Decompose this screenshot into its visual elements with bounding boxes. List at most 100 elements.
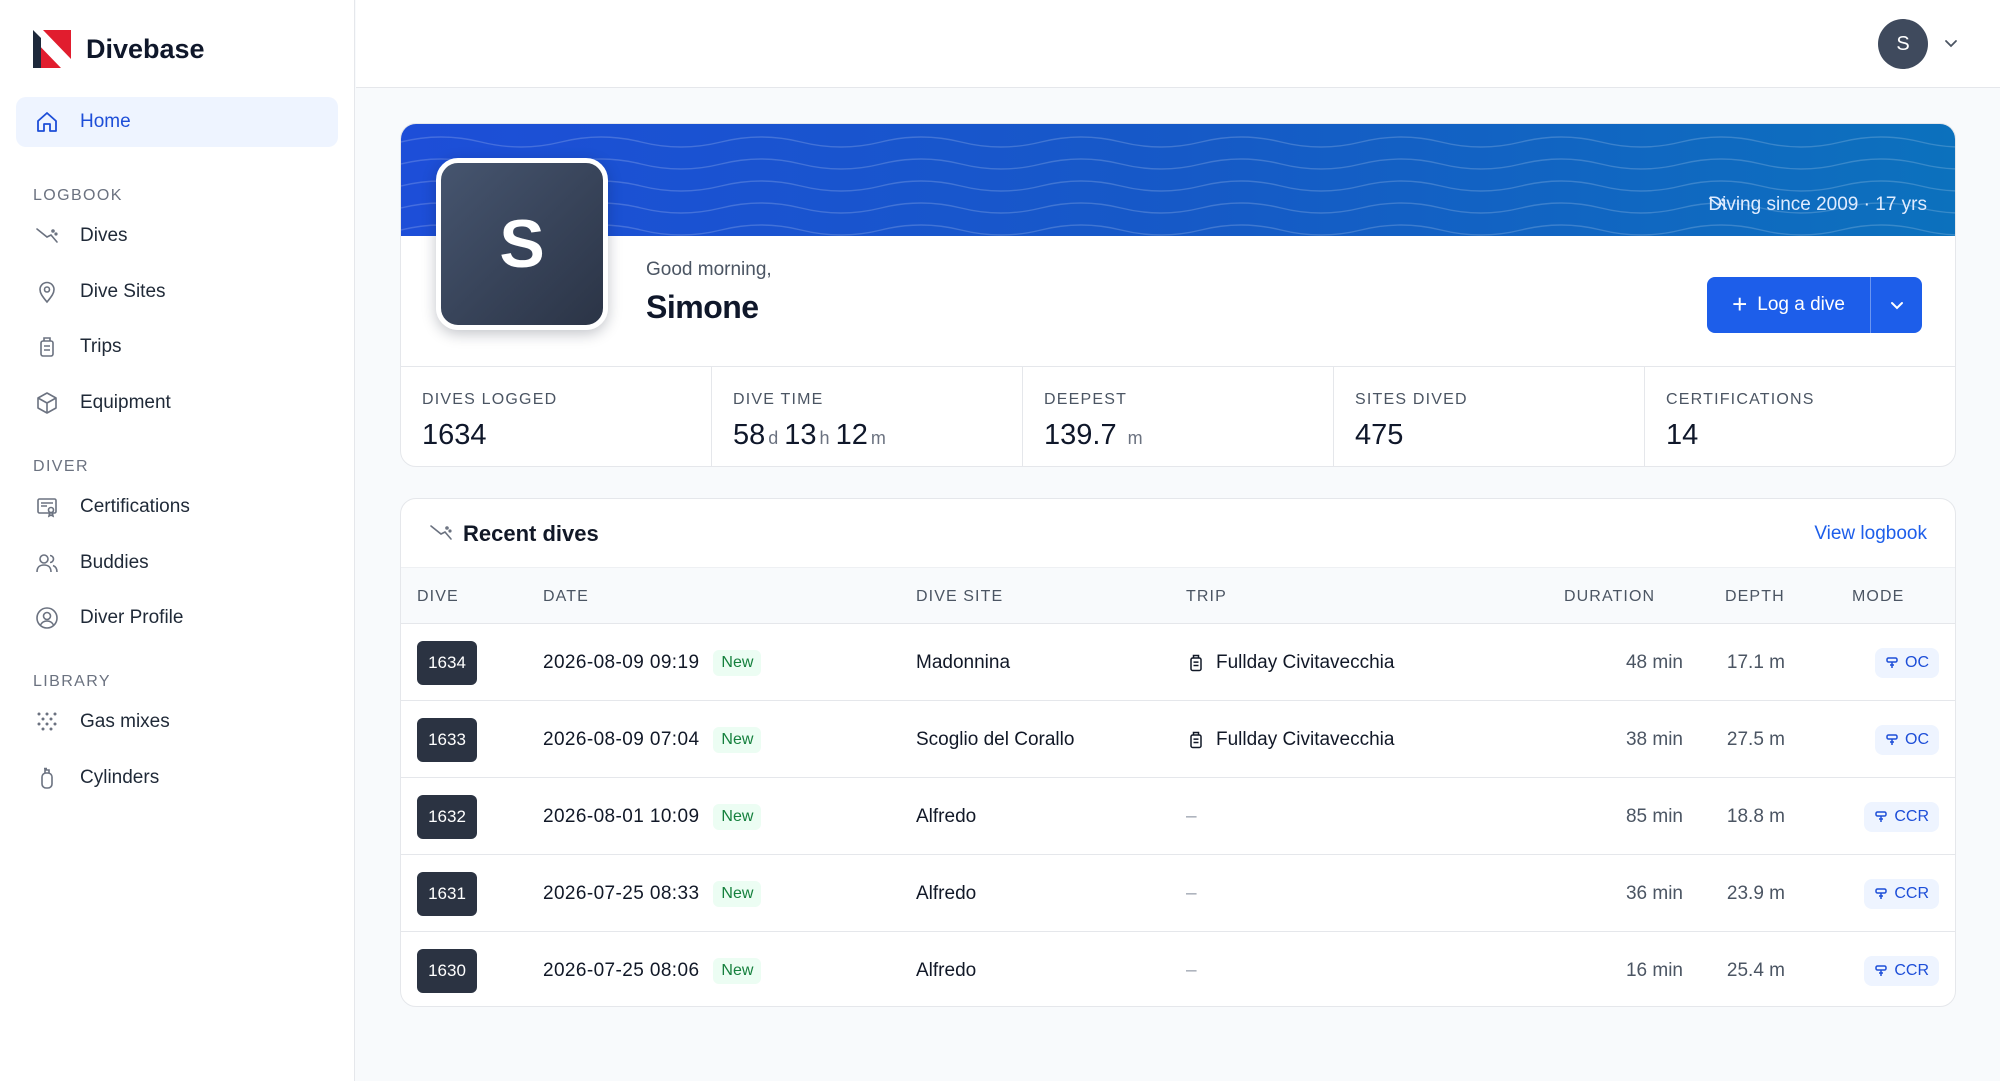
- stat-label: DEEPEST: [1044, 391, 1128, 408]
- dive-date: 2026-08-01 10:09: [543, 805, 700, 827]
- chevron-down-icon: [1890, 302, 1903, 310]
- luggage-icon: [1190, 731, 1202, 748]
- chevron-down-icon[interactable]: [1942, 34, 1960, 52]
- sidebar-item-trips[interactable]: Trips: [16, 322, 338, 372]
- stat-label: SITES DIVED: [1355, 391, 1468, 408]
- unit-meters: m: [1127, 428, 1143, 448]
- dive-icon: [430, 525, 452, 540]
- sidebar-item-dives[interactable]: Dives: [16, 211, 338, 261]
- column-depth[interactable]: DEPTH: [1725, 588, 1785, 606]
- regulator-icon: [1886, 733, 1898, 745]
- stat-sites-dived: SITES DIVED 475: [1334, 367, 1645, 466]
- table-row[interactable]: 1631 2026-07-25 08:33 New Alfredo – 36 mi…: [401, 854, 1955, 931]
- brand-name: Divebase: [86, 33, 205, 64]
- sidebar-item-gas-mixes[interactable]: Gas mixes: [16, 697, 338, 747]
- sidebar-item-label: Dives: [80, 225, 128, 246]
- divebase-logo-icon: [33, 30, 71, 68]
- sidebar-section-diver: DIVER: [33, 458, 89, 476]
- map-pin-icon: [34, 279, 60, 305]
- column-duration[interactable]: DURATION: [1564, 588, 1655, 606]
- new-badge: New: [713, 649, 762, 676]
- sidebar-nav: Home LOGBOOK Dives Dive Sites Trips Equi…: [16, 97, 338, 809]
- stat-deepest: DEEPEST 139.7 m: [1023, 367, 1334, 466]
- table-header: DIVE DATE DIVE SITE TRIP DURATION DEPTH …: [401, 567, 1955, 623]
- home-icon: [34, 109, 60, 135]
- profile-avatar: S: [436, 158, 608, 330]
- stat-value: 475: [1355, 419, 1404, 451]
- mode-badge: OC: [1875, 647, 1939, 678]
- mode-badge: CCR: [1864, 878, 1939, 909]
- table-row[interactable]: 1630 2026-07-25 08:06 New Alfredo – 16 mi…: [401, 931, 1955, 1006]
- dive-site[interactable]: Alfredo: [916, 883, 976, 905]
- stat-dives-logged: DIVES LOGGED 1634: [401, 367, 712, 466]
- stat-value: 14: [1666, 419, 1699, 451]
- dive-duration: 38 min: [1625, 728, 1683, 750]
- dive-trip-empty: –: [1186, 805, 1197, 827]
- dive-time-hours: 13: [784, 419, 817, 451]
- sidebar-section-library: LIBRARY: [33, 673, 111, 691]
- regulator-icon: [1875, 964, 1888, 976]
- sidebar-item-home[interactable]: Home: [16, 97, 338, 147]
- table-row[interactable]: 1634 2026-08-09 09:19 New Madonnina Fulld…: [401, 623, 1955, 700]
- sidebar-item-label: Diver Profile: [80, 607, 184, 629]
- dive-depth: 18.8 m: [1726, 805, 1785, 827]
- sidebar-section-logbook: LOGBOOK: [33, 187, 123, 204]
- sidebar-item-cylinders[interactable]: Cylinders: [16, 753, 338, 803]
- table-row[interactable]: 1633 2026-08-09 07:04 New Scoglio del Cor…: [401, 700, 1955, 777]
- stat-certifications: CERTIFICATIONS 14: [1645, 367, 1955, 466]
- mode-text: CCR: [1894, 884, 1929, 902]
- dive-trip[interactable]: Fullday Civitavecchia: [1216, 729, 1394, 751]
- user-circle-icon: [34, 605, 60, 631]
- dive-duration: 16 min: [1625, 959, 1683, 981]
- sidebar-item-dive-sites[interactable]: Dive Sites: [16, 267, 338, 317]
- sidebar-item-label: Gas mixes: [80, 711, 170, 733]
- mode-badge: CCR: [1864, 955, 1939, 986]
- recent-dives-title: Recent dives: [463, 521, 599, 546]
- dive-time-days: 58: [733, 419, 766, 451]
- recent-dives-header: Recent dives View logbook: [401, 499, 1955, 567]
- users-icon: [34, 550, 60, 576]
- mode-text: OC: [1905, 730, 1929, 748]
- dive-number-badge: 1633: [417, 717, 477, 762]
- brand[interactable]: Divebase: [32, 28, 205, 70]
- sidebar-item-buddies[interactable]: Buddies: [16, 538, 338, 588]
- column-mode[interactable]: MODE: [1852, 588, 1904, 606]
- diving-since-text: Diving since 2009 · 17 yrs: [1708, 194, 1927, 215]
- dive-number-badge: 1632: [417, 794, 477, 839]
- dive-time-minutes: 12: [835, 419, 868, 451]
- sidebar-item-label: Equipment: [80, 392, 171, 414]
- dive-duration: 48 min: [1625, 651, 1683, 673]
- greeting: Good morning,: [646, 259, 772, 280]
- top-bar: S: [356, 0, 2000, 88]
- dive-site[interactable]: Alfredo: [916, 960, 976, 982]
- sidebar-item-equipment[interactable]: Equipment: [16, 378, 338, 428]
- profile-card: Diving since 2009 · 17 yrs S Good mornin…: [400, 123, 1956, 467]
- mode-badge: OC: [1875, 724, 1939, 755]
- dive-date: 2026-08-09 09:19: [543, 651, 700, 673]
- sidebar-item-certifications[interactable]: Certifications: [16, 482, 338, 532]
- dive-duration: 36 min: [1625, 882, 1683, 904]
- dive-date: 2026-07-25 08:33: [543, 882, 700, 904]
- user-menu-avatar[interactable]: S: [1878, 19, 1928, 69]
- sidebar-item-diver-profile[interactable]: Diver Profile: [16, 593, 338, 643]
- column-trip[interactable]: TRIP: [1186, 588, 1227, 606]
- view-logbook-link[interactable]: View logbook: [1814, 523, 1927, 545]
- dive-trip[interactable]: Fullday Civitavecchia: [1216, 652, 1394, 674]
- sidebar-item-label: Trips: [80, 336, 122, 358]
- unit-minutes: m: [870, 428, 886, 448]
- dive-site[interactable]: Alfredo: [916, 806, 976, 828]
- stat-label: DIVE TIME: [733, 391, 824, 408]
- column-dive[interactable]: DIVE: [417, 588, 459, 606]
- log-dive-button[interactable]: + Log a dive: [1707, 277, 1870, 333]
- column-date[interactable]: DATE: [543, 588, 589, 606]
- log-dive-dropdown-button[interactable]: [1870, 277, 1922, 333]
- stat-value: 139.7 m: [1044, 419, 1333, 452]
- dive-site[interactable]: Scoglio del Corallo: [916, 729, 1074, 751]
- dive-site[interactable]: Madonnina: [916, 652, 1010, 674]
- mode-text: CCR: [1894, 961, 1929, 979]
- sidebar-item-label: Certifications: [80, 496, 190, 518]
- column-dive-site[interactable]: DIVE SITE: [916, 588, 1003, 606]
- new-badge: New: [713, 803, 762, 830]
- stat-label: DIVES LOGGED: [422, 391, 558, 408]
- table-row[interactable]: 1632 2026-08-01 10:09 New Alfredo – 85 mi…: [401, 777, 1955, 854]
